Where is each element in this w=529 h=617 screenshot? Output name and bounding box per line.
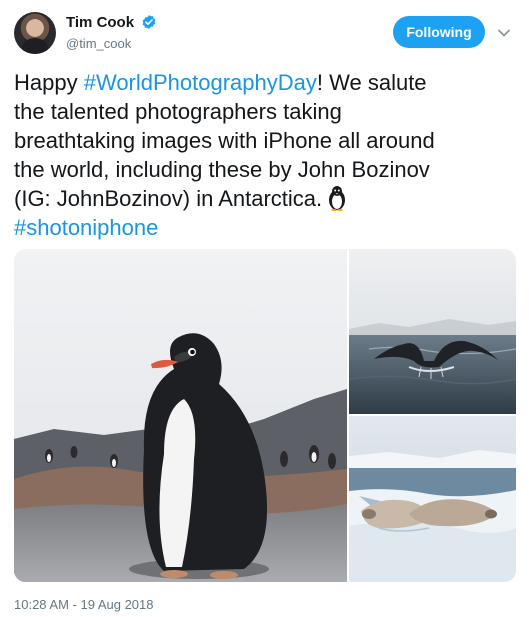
chevron-down-icon[interactable] bbox=[495, 24, 513, 42]
photo-seals[interactable] bbox=[349, 416, 516, 582]
penguin-icon bbox=[329, 186, 346, 211]
penguin-photo-image bbox=[14, 249, 347, 582]
author-name[interactable]: Tim Cook bbox=[66, 13, 157, 33]
media-grid bbox=[14, 249, 516, 582]
verified-badge-icon bbox=[142, 15, 156, 29]
photo-penguin[interactable] bbox=[14, 249, 347, 582]
tweet-text: Happy #WorldPhotographyDay! We salute th… bbox=[14, 68, 514, 242]
tweet-header: Tim Cook @tim_cook Following bbox=[14, 12, 519, 56]
photo-whale[interactable] bbox=[349, 249, 516, 414]
following-button[interactable]: Following bbox=[393, 16, 485, 48]
seals-photo-image bbox=[349, 416, 516, 582]
avatar[interactable] bbox=[14, 12, 56, 54]
whale-photo-image bbox=[349, 249, 516, 414]
hashtag-link[interactable]: #WorldPhotographyDay bbox=[84, 70, 317, 95]
tweet-text-part: Happy bbox=[14, 70, 84, 95]
hashtag-link[interactable]: #shotoniphone bbox=[14, 215, 158, 240]
tweet-timestamp[interactable]: 10:28 AM - 19 Aug 2018 bbox=[14, 596, 154, 614]
author-handle[interactable]: @tim_cook bbox=[66, 35, 157, 53]
author-block: Tim Cook @tim_cook bbox=[66, 13, 157, 53]
author-display-name[interactable]: Tim Cook bbox=[66, 14, 134, 31]
